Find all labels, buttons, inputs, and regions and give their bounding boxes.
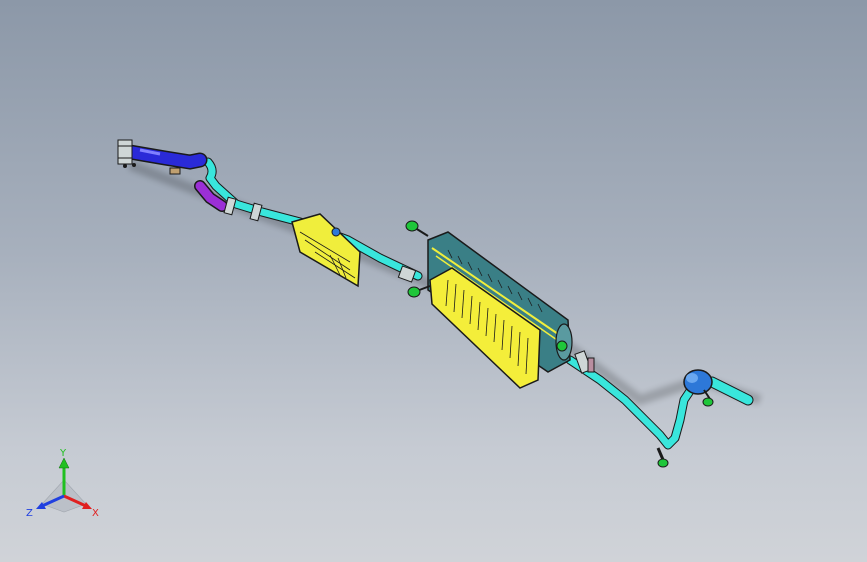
flex-section[interactable] bbox=[194, 180, 263, 222]
muffler[interactable] bbox=[397, 231, 595, 389]
catalytic-converter[interactable] bbox=[291, 213, 361, 288]
hanger-isolator-front[interactable] bbox=[405, 220, 419, 232]
axis-triad: Y X Z bbox=[26, 448, 99, 519]
front-flange[interactable] bbox=[117, 139, 133, 165]
converter-heat-shield[interactable] bbox=[291, 213, 361, 288]
y-axis-label: Y bbox=[59, 448, 67, 459]
hanger-isolator-rear[interactable] bbox=[657, 458, 669, 468]
exhaust-system-model[interactable] bbox=[0, 0, 867, 562]
hanger-isolator-mid[interactable] bbox=[407, 286, 421, 298]
z-axis-label: Z bbox=[26, 508, 33, 519]
cad-viewport[interactable]: Y X Z bbox=[0, 0, 867, 562]
oxygen-sensor[interactable] bbox=[331, 227, 341, 237]
x-axis-label: X bbox=[92, 508, 99, 519]
